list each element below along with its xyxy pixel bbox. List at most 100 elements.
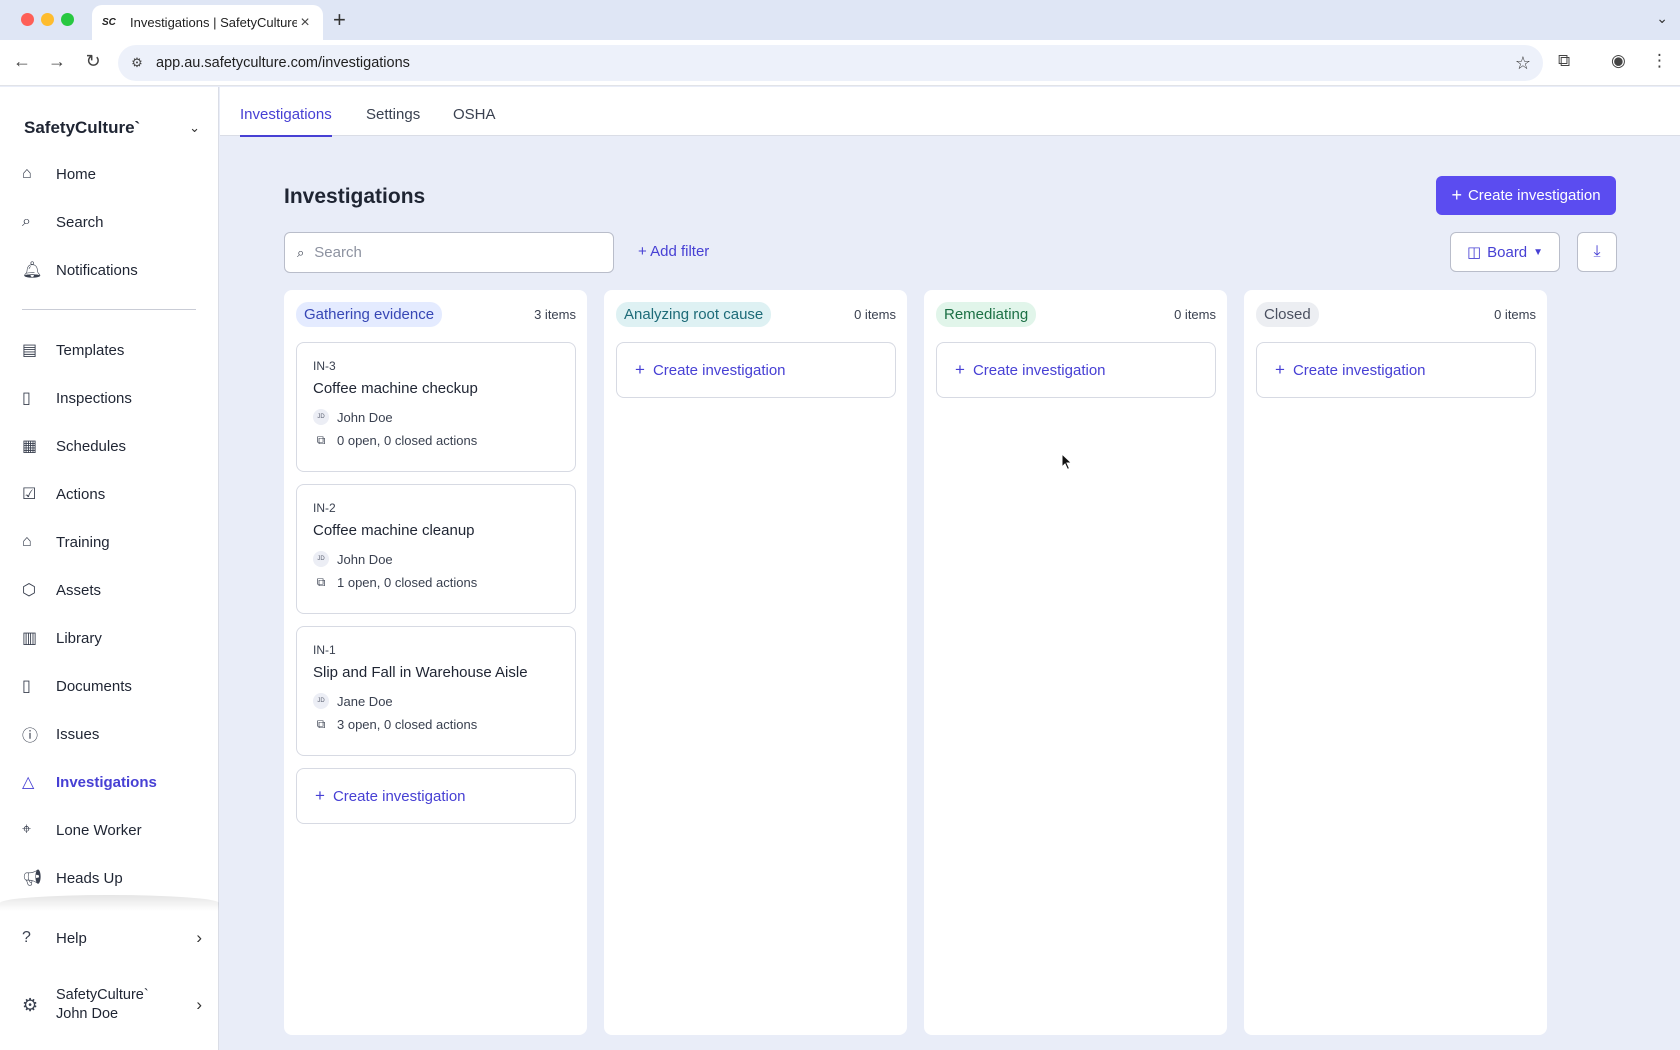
sidebar-item-templates[interactable]: ▤ Templates: [22, 335, 202, 365]
maximize-window-button[interactable]: [61, 13, 74, 26]
sidebar-item-investigations[interactable]: △ Investigations: [22, 767, 202, 797]
browser-tab-strip: SC Investigations | SafetyCulture × + ⌄: [0, 0, 1680, 40]
sidebar-item-library[interactable]: ▥ Library: [22, 623, 202, 653]
close-tab-icon[interactable]: ×: [297, 14, 313, 32]
view-mode-label: Board: [1487, 243, 1528, 261]
board-column-remediating: Remediating 0 items + Create investigati…: [924, 290, 1227, 1035]
sidebar-item-heads-up[interactable]: 📢︎ Heads Up: [22, 863, 202, 893]
tab-osha[interactable]: OSHA: [453, 106, 496, 135]
bookmark-star-icon[interactable]: ☆: [1503, 53, 1543, 74]
investigation-card[interactable]: IN-1 Slip and Fall in Warehouse Aisle JD…: [296, 626, 576, 756]
sidebar-divider: [22, 309, 196, 310]
mouse-cursor-icon: [1061, 453, 1073, 471]
browser-toolbar: ← → ↻ ⚙ app.au.safetyculture.com/investi…: [0, 40, 1680, 86]
search-icon: ⌕: [22, 213, 31, 230]
sidebar: SafetyCulture` ⌄ ⌂ Home ⌕ Search 🔔︎ Notific…: [0, 87, 219, 1050]
download-button[interactable]: ⤓: [1577, 232, 1617, 272]
browser-tab[interactable]: SC Investigations | SafetyCulture ×: [92, 5, 323, 40]
minimize-window-button[interactable]: [41, 13, 54, 26]
search-input[interactable]: [314, 244, 585, 261]
graduation-cap-icon: ⌂: [22, 533, 32, 550]
sidebar-item-help[interactable]: ? Help ›: [22, 923, 202, 953]
forward-arrow-icon[interactable]: →: [45, 51, 69, 72]
sidebar-item-training[interactable]: ⌂ Training: [22, 527, 202, 557]
org-switcher[interactable]: SafetyCulture` ⌄: [24, 118, 200, 138]
plus-icon: +: [1275, 360, 1285, 379]
create-investigation-label: Create investigation: [332, 787, 466, 805]
investigation-card[interactable]: IN-2 Coffee machine cleanup JD John Doe …: [296, 484, 576, 614]
sidebar-item-home[interactable]: ⌂ Home: [22, 159, 202, 189]
view-mode-dropdown[interactable]: ◫ Board ▼: [1450, 232, 1560, 272]
close-window-button[interactable]: [21, 13, 34, 26]
account-menu[interactable]: ⚙ SafetyCulture` John Doe ›: [22, 985, 202, 1025]
add-filter-button[interactable]: + Add filter: [638, 243, 709, 260]
templates-icon: ▤: [22, 342, 38, 359]
sidebar-item-documents[interactable]: ▯ Documents: [22, 671, 202, 701]
browser-menu-icon[interactable]: ⋮: [1651, 51, 1668, 71]
search-field[interactable]: ⌕: [284, 232, 614, 273]
assignee-row: JD Jane Doe: [313, 693, 559, 709]
status-pill: Remediating: [936, 302, 1037, 327]
page-tabs: Investigations Settings OSHA: [220, 87, 1680, 137]
sidebar-item-label: Training: [56, 533, 110, 551]
search-icon: ⌕: [297, 244, 305, 260]
sidebar-item-label: Documents: [56, 677, 132, 695]
column-count: 0 items: [1174, 307, 1216, 322]
investigation-title: Slip and Fall in Warehouse Aisle: [313, 664, 528, 681]
reload-icon[interactable]: ↻: [81, 51, 105, 72]
assignee-row: JD John Doe: [313, 409, 559, 425]
board-column-closed: Closed 0 items + Create investigation: [1244, 290, 1547, 1035]
check-square-icon: ☑: [22, 486, 37, 503]
actions-icon: ⧉: [316, 717, 326, 731]
url-text[interactable]: app.au.safetyculture.com/investigations: [156, 55, 1503, 71]
column-count: 3 items: [534, 307, 576, 322]
caret-down-icon: ▼: [1533, 246, 1544, 258]
account-org-name: SafetyCulture`: [56, 987, 149, 1003]
page-title: Investigations: [284, 185, 426, 208]
sidebar-item-lone-worker[interactable]: ⌖ Lone Worker: [22, 815, 202, 845]
sidebar-item-label: Library: [56, 629, 102, 647]
create-investigation-card-button[interactable]: + Create investigation: [936, 342, 1216, 398]
actions-summary: 3 open, 0 closed actions: [337, 717, 478, 732]
sidebar-scroll-shadow: [0, 895, 219, 911]
account-user-name: John Doe: [56, 1006, 119, 1022]
browser-tab-title: Investigations | SafetyCulture: [130, 15, 297, 30]
profile-icon[interactable]: ◉: [1611, 51, 1626, 71]
assignee-name: John Doe: [337, 409, 393, 425]
sidebar-item-inspections[interactable]: ▯ Inspections: [22, 383, 202, 413]
sidebar-item-assets[interactable]: ⬡ Assets: [22, 575, 202, 605]
actions-summary: 0 open, 0 closed actions: [337, 433, 478, 448]
tab-investigations[interactable]: Investigations: [240, 106, 332, 137]
column-header: Closed 0 items: [1256, 302, 1536, 327]
status-pill: Closed: [1256, 302, 1319, 327]
sidebar-item-label: Search: [56, 213, 104, 231]
actions-row: ⧉ 1 open, 0 closed actions: [313, 575, 559, 590]
create-investigation-card-button[interactable]: + Create investigation: [296, 768, 576, 824]
new-tab-icon[interactable]: +: [333, 7, 346, 33]
create-investigation-button[interactable]: + Create investigation: [1436, 176, 1616, 215]
investigation-card[interactable]: IN-3 Coffee machine checkup JD John Doe …: [296, 342, 576, 472]
sidebar-item-label: Templates: [56, 341, 125, 359]
back-arrow-icon[interactable]: ←: [10, 51, 34, 72]
sidebar-item-label: Heads Up: [56, 869, 123, 887]
create-investigation-card-button[interactable]: + Create investigation: [1256, 342, 1536, 398]
tab-settings[interactable]: Settings: [366, 106, 420, 135]
sidebar-item-actions[interactable]: ☑ Actions: [22, 479, 202, 509]
assignee-name: John Doe: [337, 551, 393, 567]
calendar-icon: ▦: [22, 438, 38, 455]
create-investigation-card-button[interactable]: + Create investigation: [616, 342, 896, 398]
board-view-icon: ◫: [1466, 244, 1482, 261]
actions-summary: 1 open, 0 closed actions: [337, 575, 478, 590]
sidebar-item-schedules[interactable]: ▦ Schedules: [22, 431, 202, 461]
address-bar[interactable]: ⚙ app.au.safetyculture.com/investigation…: [118, 45, 1543, 81]
extensions-icon[interactable]: ⧉: [1558, 51, 1570, 71]
sidebar-item-label: Notifications: [56, 261, 138, 279]
sidebar-item-notifications[interactable]: 🔔︎ Notifications: [22, 255, 202, 285]
actions-row: ⧉ 3 open, 0 closed actions: [313, 717, 559, 732]
board-column-gathering-evidence: Gathering evidence 3 items IN-3 Coffee m…: [284, 290, 587, 1035]
site-settings-icon[interactable]: ⚙: [118, 55, 156, 71]
sidebar-item-issues[interactable]: ⓘ Issues: [22, 719, 202, 749]
tab-search-chevron-icon[interactable]: ⌄: [1656, 10, 1668, 27]
sidebar-item-search[interactable]: ⌕ Search: [22, 207, 202, 237]
assignee-row: JD John Doe: [313, 551, 559, 567]
